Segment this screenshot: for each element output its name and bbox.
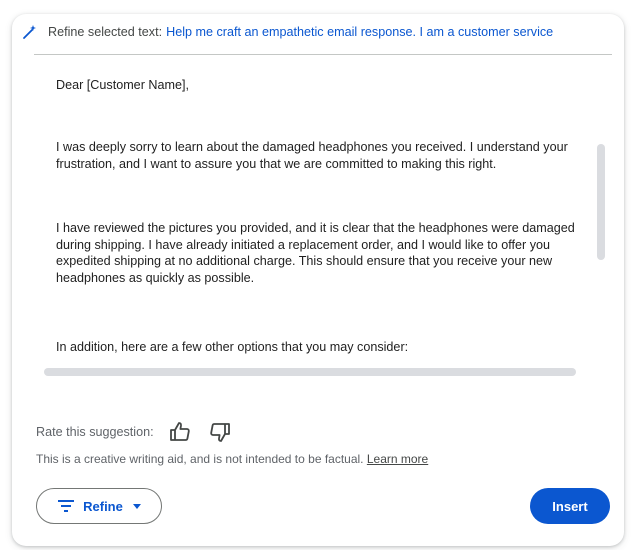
refine-button[interactable]: Refine — [36, 488, 162, 524]
paragraph-apology: I was deeply sorry to learn about the da… — [56, 140, 568, 171]
horizontal-scrollbar[interactable] — [44, 368, 576, 376]
insert-button[interactable]: Insert — [530, 488, 610, 524]
caret-down-icon — [132, 503, 141, 509]
refine-label: Refine — [83, 498, 123, 514]
paragraph-replacement: I have reviewed the pictures you provide… — [56, 221, 575, 285]
filter-lines-icon — [58, 500, 75, 512]
header-prefix: Refine selected text: — [48, 25, 163, 39]
paragraph-options: In addition, here are a few other option… — [56, 340, 409, 354]
rate-label: Rate this suggestion: — [36, 425, 154, 439]
suggestion-text: Dear [Customer Name], I was deeply sorry… — [56, 60, 586, 360]
paragraph-greeting: Dear [Customer Name], — [56, 78, 189, 92]
disclaimer: This is a creative writing aid, and is n… — [36, 452, 428, 466]
magic-wand-icon — [23, 25, 36, 39]
vertical-scrollbar[interactable] — [597, 144, 605, 260]
header-prompt[interactable]: Help me craft an empathetic email respon… — [166, 25, 553, 39]
disclaimer-text: This is a creative writing aid, and is n… — [36, 452, 364, 466]
header-divider — [34, 54, 612, 55]
thumbs-down-icon[interactable] — [208, 420, 232, 444]
rating-row: Rate this suggestion: — [36, 420, 232, 444]
thumbs-up-icon[interactable] — [168, 420, 192, 444]
dialog-header: Refine selected text: Help me craft an e… — [22, 22, 607, 42]
learn-more-link[interactable]: Learn more — [367, 452, 428, 466]
